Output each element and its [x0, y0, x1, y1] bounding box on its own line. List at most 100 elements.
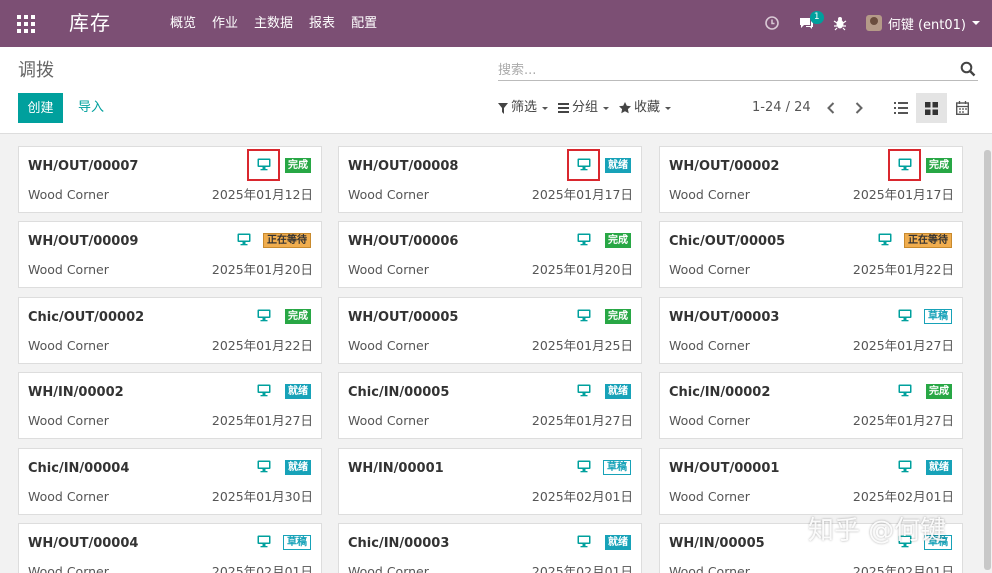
- card-partner: Wood Corner: [669, 338, 750, 353]
- kanban-card[interactable]: Chic/IN/00003 就绪 Wood Corner 2025年02月01日: [338, 523, 642, 573]
- app-title: 库存: [69, 11, 111, 35]
- menu-item-reporting[interactable]: 报表: [309, 15, 335, 32]
- user-name: 何键 (ent01): [887, 17, 966, 33]
- card-date: 2025年01月27日: [531, 413, 633, 428]
- monitor-icon[interactable]: [577, 383, 591, 397]
- monitor-icon[interactable]: [577, 459, 591, 473]
- bug-icon[interactable]: [832, 15, 848, 31]
- monitor-icon[interactable]: [237, 232, 251, 246]
- card-date: 2025年01月27日: [211, 413, 313, 428]
- caret-down-icon: [603, 106, 610, 110]
- chevron-down-icon: [972, 21, 980, 25]
- card-date: 2025年01月12日: [211, 187, 313, 202]
- monitor-icon[interactable]: [257, 534, 271, 548]
- clock-icon[interactable]: [764, 15, 780, 31]
- card-date: 2025年01月27日: [852, 413, 954, 428]
- card-reference: WH/OUT/00003: [669, 310, 780, 325]
- card-partner: Wood Corner: [28, 338, 109, 353]
- favorites-label: 收藏: [634, 100, 661, 115]
- kanban-card[interactable]: WH/IN/00002 就绪 Wood Corner 2025年01月27日: [18, 372, 322, 439]
- card-partner: Wood Corner: [348, 564, 429, 573]
- kanban-view-icon[interactable]: [916, 93, 947, 123]
- kanban-card[interactable]: WH/OUT/00002 完成 Wood Corner 2025年01月17日: [659, 146, 963, 213]
- monitor-icon[interactable]: [878, 232, 892, 246]
- watermark: 知乎 @何键: [808, 516, 947, 546]
- card-partner: Wood Corner: [28, 413, 109, 428]
- apps-grid-icon[interactable]: [17, 15, 35, 33]
- card-reference: Chic/OUT/00002: [28, 310, 145, 325]
- card-date: 2025年01月22日: [211, 338, 313, 353]
- scrollbar-thumb[interactable]: [984, 150, 991, 570]
- kanban-card[interactable]: Chic/IN/00002 完成 Wood Corner 2025年01月27日: [659, 372, 963, 439]
- card-reference: Chic/IN/00004: [28, 461, 130, 476]
- menu-item-operations[interactable]: 作业: [212, 15, 238, 32]
- groupby-dropdown[interactable]: 分组: [558, 99, 610, 117]
- filter-icon: [498, 102, 508, 114]
- status-badge: 草稿: [924, 309, 952, 324]
- monitor-icon[interactable]: [898, 383, 912, 397]
- messages-count-badge: 1: [809, 11, 824, 24]
- list-bars-icon: [558, 103, 570, 113]
- menu-item-configuration[interactable]: 配置: [351, 15, 377, 32]
- card-reference: WH/OUT/00005: [348, 310, 459, 325]
- card-date: 2025年02月01日: [531, 564, 633, 573]
- status-badge: 草稿: [603, 460, 631, 475]
- import-button[interactable]: 导入: [78, 93, 104, 123]
- monitor-icon[interactable]: [898, 308, 912, 322]
- card-date: 2025年01月20日: [211, 262, 313, 277]
- kanban-card[interactable]: WH/IN/00001 草稿 2025年02月01日: [338, 448, 642, 515]
- card-reference: Chic/OUT/00005: [669, 234, 786, 249]
- card-partner: Wood Corner: [28, 564, 109, 573]
- card-reference: WH/OUT/00006: [348, 234, 459, 249]
- kanban-card[interactable]: WH/OUT/00005 完成 Wood Corner 2025年01月25日: [338, 297, 642, 364]
- highlight-box: [247, 149, 280, 181]
- card-partner: Wood Corner: [669, 413, 750, 428]
- monitor-icon[interactable]: [257, 459, 271, 473]
- monitor-icon[interactable]: [257, 383, 271, 397]
- pager: 1-24 / 24: [752, 99, 865, 117]
- kanban-card[interactable]: WH/OUT/00007 完成 Wood Corner 2025年01月12日: [18, 146, 322, 213]
- filters-dropdown[interactable]: 筛选: [498, 99, 549, 117]
- card-partner: Wood Corner: [28, 262, 109, 277]
- kanban-card[interactable]: WH/OUT/00009 正在等待 Wood Corner 2025年01月20日: [18, 221, 322, 288]
- kanban-card[interactable]: Chic/IN/00005 就绪 Wood Corner 2025年01月27日: [338, 372, 642, 439]
- status-badge: 完成: [605, 233, 631, 248]
- kanban-card[interactable]: Chic/IN/00004 就绪 Wood Corner 2025年01月30日: [18, 448, 322, 515]
- card-reference: WH/IN/00001: [348, 461, 444, 476]
- monitor-icon[interactable]: [577, 232, 591, 246]
- user-menu[interactable]: 何键 (ent01): [865, 14, 980, 33]
- card-partner: Wood Corner: [669, 262, 750, 277]
- pager-next-icon[interactable]: [855, 99, 865, 117]
- list-view-icon[interactable]: [885, 93, 916, 123]
- card-partner: Wood Corner: [669, 564, 750, 573]
- monitor-icon[interactable]: [257, 308, 271, 322]
- kanban-card[interactable]: Chic/OUT/00002 完成 Wood Corner 2025年01月22日: [18, 297, 322, 364]
- kanban-card[interactable]: WH/OUT/00001 就绪 Wood Corner 2025年02月01日: [659, 448, 963, 515]
- calendar-view-icon[interactable]: [947, 93, 978, 123]
- kanban-card[interactable]: Chic/OUT/00005 正在等待 Wood Corner 2025年01月22日: [659, 221, 963, 288]
- card-reference: WH/OUT/00008: [348, 159, 459, 174]
- monitor-icon[interactable]: [577, 534, 591, 548]
- kanban-card[interactable]: WH/OUT/00004 草稿 Wood Corner 2025年02月01日: [18, 523, 322, 573]
- status-badge: 就绪: [285, 384, 311, 399]
- menu-item-master-data[interactable]: 主数据: [254, 15, 293, 32]
- highlight-box: [888, 149, 921, 181]
- search-icon[interactable]: [960, 61, 976, 77]
- create-button[interactable]: 创建: [18, 93, 63, 123]
- search-input[interactable]: [498, 61, 938, 81]
- monitor-icon[interactable]: [577, 308, 591, 322]
- pager-previous-icon[interactable]: [826, 99, 837, 117]
- kanban-card[interactable]: WH/OUT/00003 草稿 Wood Corner 2025年01月27日: [659, 297, 963, 364]
- favorites-dropdown[interactable]: 收藏: [619, 99, 672, 117]
- kanban-card[interactable]: WH/OUT/00006 完成 Wood Corner 2025年01月20日: [338, 221, 642, 288]
- messages-icon[interactable]: 1: [798, 11, 824, 31]
- pager-value[interactable]: 1-24 / 24: [752, 99, 811, 117]
- scrollbar[interactable]: [983, 134, 992, 573]
- card-date: 2025年01月17日: [531, 187, 633, 202]
- monitor-icon[interactable]: [898, 459, 912, 473]
- menu-item-overview[interactable]: 概览: [170, 15, 196, 32]
- card-reference: WH/IN/00002: [28, 385, 124, 400]
- card-partner: Wood Corner: [348, 187, 429, 202]
- kanban-card[interactable]: WH/OUT/00008 就绪 Wood Corner 2025年01月17日: [338, 146, 642, 213]
- view-switcher: [885, 93, 978, 123]
